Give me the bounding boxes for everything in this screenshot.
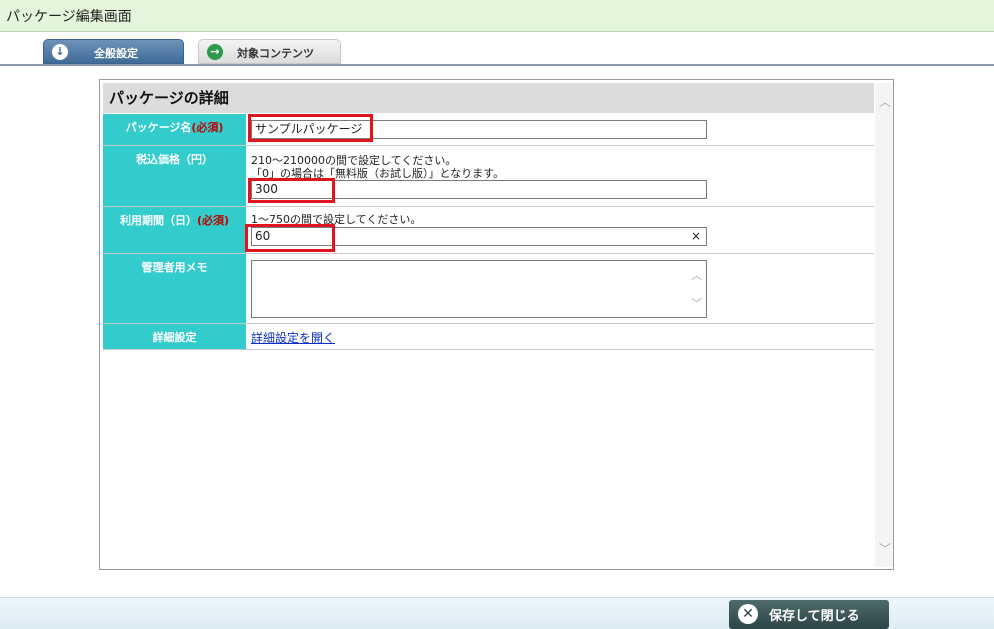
arrow-down-circle-icon: ↓ <box>52 44 68 60</box>
arrow-right-circle-icon: → <box>207 44 223 60</box>
required-mark: (必須) <box>191 121 224 134</box>
tab-label: 全般設定 <box>94 47 138 60</box>
tab-divider <box>0 64 994 66</box>
tab-label: 対象コンテンツ <box>237 47 314 60</box>
price-label: 税込価格（円） <box>103 146 246 206</box>
highlight-box-price <box>248 178 335 203</box>
panel-title: パッケージの詳細 <box>103 83 874 113</box>
package-name-label: パッケージ名(必須) <box>103 114 246 145</box>
detail-settings-label: 詳細設定 <box>103 324 246 349</box>
clear-icon[interactable]: × <box>691 228 701 245</box>
required-mark: (必須) <box>196 214 230 227</box>
admin-memo-label: 管理者用メモ <box>103 254 246 323</box>
open-detail-settings-link[interactable]: 詳細設定を開く <box>251 329 335 346</box>
close-circle-icon: ✕ <box>738 604 758 624</box>
chevron-down-icon[interactable]: ﹀ <box>879 540 891 557</box>
row-detail-settings: 詳細設定 詳細設定を開く <box>103 324 874 350</box>
row-package-name: パッケージ名(必須) サンプルパッケージ <box>103 114 874 146</box>
highlight-box-name <box>248 114 373 142</box>
highlight-box-period <box>245 224 335 252</box>
panel-scrollbar[interactable]: ︿ ﹀ <box>875 83 893 567</box>
save-and-close-button[interactable]: ✕ 保存して閉じる <box>729 600 889 629</box>
tab-general-settings[interactable]: ↓ 全般設定 <box>43 39 184 64</box>
package-detail-panel: パッケージの詳細 パッケージ名(必須) サンプルパッケージ 税込価格（円） 21… <box>99 79 894 570</box>
chevron-up-icon: ︿ <box>691 269 702 282</box>
tab-bar: ↓ 全般設定 → 対象コンテンツ <box>0 38 994 66</box>
title-bar: パッケージ編集画面 <box>0 0 994 32</box>
chevron-up-icon[interactable]: ︿ <box>879 93 891 110</box>
window-title: パッケージ編集画面 <box>6 9 132 25</box>
row-period: 利用期間（日）(必須) 1～750の間で設定してください。 60 × <box>103 207 874 254</box>
chevron-down-icon: ﹀ <box>691 297 702 310</box>
row-price: 税込価格（円） 210～210000の間で設定してください。 「0」の場合は「無… <box>103 146 874 207</box>
tab-target-content[interactable]: → 対象コンテンツ <box>198 39 341 64</box>
period-label: 利用期間（日）(必須) <box>103 207 246 253</box>
row-admin-memo: 管理者用メモ ︿ ﹀ <box>103 254 874 324</box>
admin-memo-textarea[interactable]: ︿ ﹀ <box>251 260 707 318</box>
